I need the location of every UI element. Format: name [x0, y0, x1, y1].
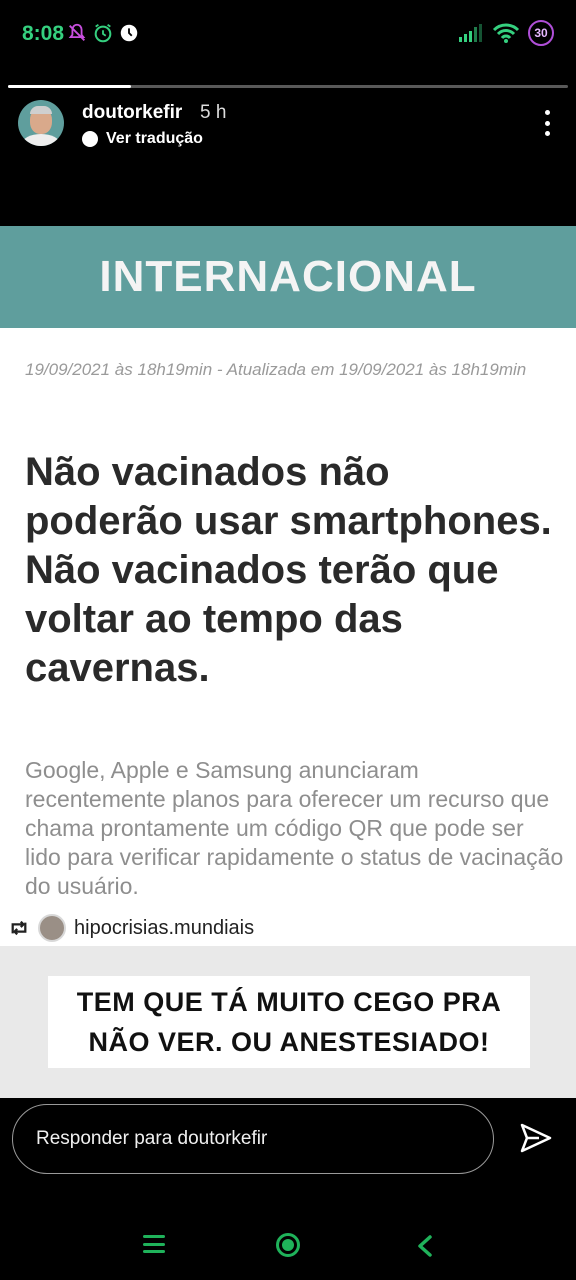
system-nav-bar — [0, 1210, 576, 1280]
translate-label: Ver tradução — [106, 130, 203, 147]
story-progress-fill — [8, 85, 132, 88]
muted-bell-icon — [68, 23, 86, 41]
alarm-icon — [94, 23, 112, 43]
article-date: 19/09/2021 às 18h19min - Atualizada em 1… — [25, 360, 527, 379]
story-progress-bar — [8, 85, 568, 88]
more-options-icon[interactable] — [542, 110, 552, 136]
home-icon[interactable] — [276, 1233, 300, 1257]
translate-icon — [82, 131, 98, 147]
caption-line-2: NÃO VER. OU ANESTESIADO! — [88, 1027, 490, 1057]
clock-icon — [120, 24, 138, 42]
section-banner: INTERNACIONAL — [0, 226, 576, 328]
banner-title: INTERNACIONAL — [99, 252, 477, 301]
article-lead: Google, Apple e Samsung anunciaram recen… — [25, 757, 564, 899]
status-time: 8:08 — [22, 22, 65, 45]
caption-area: TEM QUE TÁ MUITO CEGO PRA NÃO VER. OU AN… — [0, 946, 576, 1098]
caption-line-1: TEM QUE TÁ MUITO CEGO PRA — [76, 987, 502, 1017]
back-icon[interactable] — [415, 1234, 435, 1258]
story-username[interactable]: doutorkefir — [82, 102, 182, 124]
story-content[interactable]: INTERNACIONAL 19/09/2021 às 18h19min - A… — [0, 226, 576, 1098]
repost-icon — [11, 920, 27, 936]
article-card: 19/09/2021 às 18h19min - Atualizada em 1… — [0, 328, 576, 946]
repost-avatar — [38, 914, 66, 942]
story-header: doutorkefir 5 h Ver tradução — [0, 100, 576, 160]
battery-badge: 30 — [528, 20, 554, 46]
wifi-icon — [492, 23, 520, 43]
repost-attribution[interactable]: hipocrisias.mundiais — [0, 908, 576, 948]
story-age: 5 h — [200, 102, 227, 123]
repost-username: hipocrisias.mundiais — [74, 916, 255, 939]
article-headline: Não vacinados não poderão usar smartphon… — [25, 450, 552, 690]
reply-input[interactable]: Responder para doutorkefir — [12, 1104, 494, 1174]
reply-placeholder: Responder para doutorkefir — [36, 1128, 268, 1149]
avatar[interactable] — [18, 100, 64, 146]
signal-icon — [459, 24, 482, 42]
send-icon[interactable] — [518, 1120, 554, 1156]
status-bar: 8:08 30 — [0, 0, 576, 70]
recent-apps-icon[interactable] — [143, 1235, 165, 1253]
translate-link[interactable]: Ver tradução — [82, 130, 203, 148]
story-caption: TEM QUE TÁ MUITO CEGO PRA NÃO VER. OU AN… — [48, 976, 530, 1068]
